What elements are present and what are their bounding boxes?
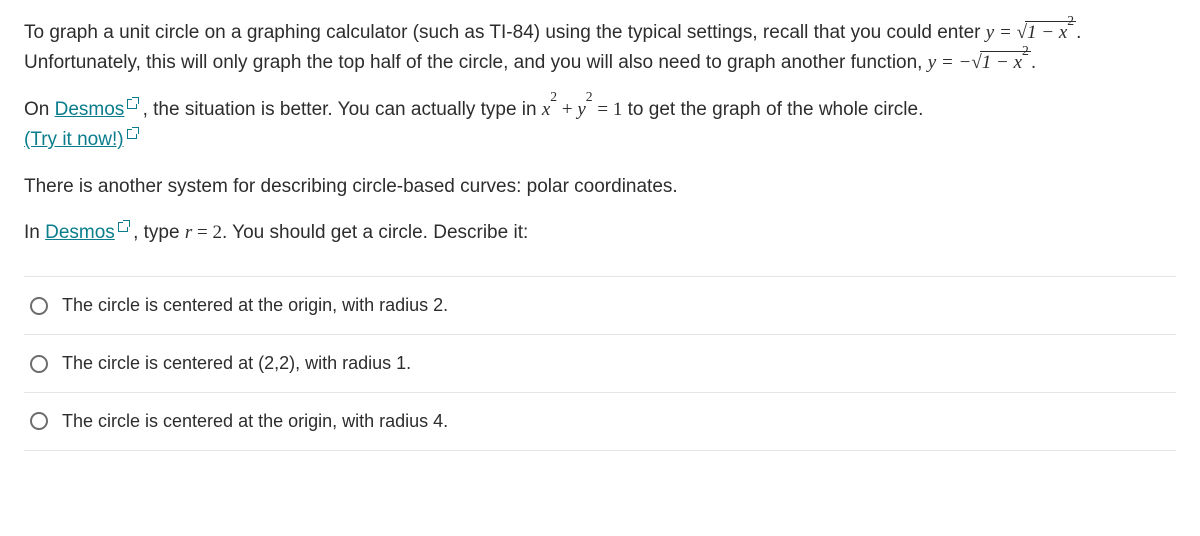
external-link-icon <box>118 222 128 232</box>
option-2[interactable]: The circle is centered at (2,2), with ra… <box>24 335 1176 393</box>
paragraph-4: In Desmos , type r = 2. You should get a… <box>24 218 1176 248</box>
text: . You should get a circle. Describe it: <box>222 222 528 243</box>
external-link-icon <box>127 99 137 109</box>
option-label: The circle is centered at (2,2), with ra… <box>62 349 411 378</box>
paragraph-1: To graph a unit circle on a graphing cal… <box>24 18 1176 79</box>
equation-circle: x2 + y2 = 1 <box>542 99 623 120</box>
equation-polar: r = 2 <box>185 222 222 243</box>
option-1[interactable]: The circle is centered at the origin, wi… <box>24 277 1176 335</box>
equation-y-top: y = 1 − x2 <box>986 22 1076 43</box>
external-link-icon <box>127 129 137 139</box>
sqrt-icon: 1 − x2 <box>971 48 1031 78</box>
option-3[interactable]: The circle is centered at the origin, wi… <box>24 393 1176 451</box>
text: On <box>24 99 55 120</box>
option-label: The circle is centered at the origin, wi… <box>62 407 448 436</box>
paragraph-3: There is another system for describing c… <box>24 172 1176 202</box>
desmos-link-2[interactable]: Desmos <box>45 222 128 243</box>
desmos-link[interactable]: Desmos <box>55 99 138 120</box>
text: , type <box>128 222 185 243</box>
text: to get the graph of the whole circle. <box>622 99 923 120</box>
text: To graph a unit circle on a graphing cal… <box>24 22 986 43</box>
answer-options: The circle is centered at the origin, wi… <box>24 276 1176 450</box>
option-label: The circle is centered at the origin, wi… <box>62 291 448 320</box>
text: In <box>24 222 45 243</box>
radio-icon <box>30 355 48 373</box>
text: , the situation is better. You can actua… <box>137 99 542 120</box>
text: . <box>1031 52 1036 73</box>
radio-icon <box>30 297 48 315</box>
equation-y-bottom: y = −1 − x2 <box>928 52 1031 73</box>
radio-icon <box>30 412 48 430</box>
paragraph-2: On Desmos , the situation is better. You… <box>24 95 1176 156</box>
try-it-now-link[interactable]: (Try it now!) <box>24 129 137 150</box>
